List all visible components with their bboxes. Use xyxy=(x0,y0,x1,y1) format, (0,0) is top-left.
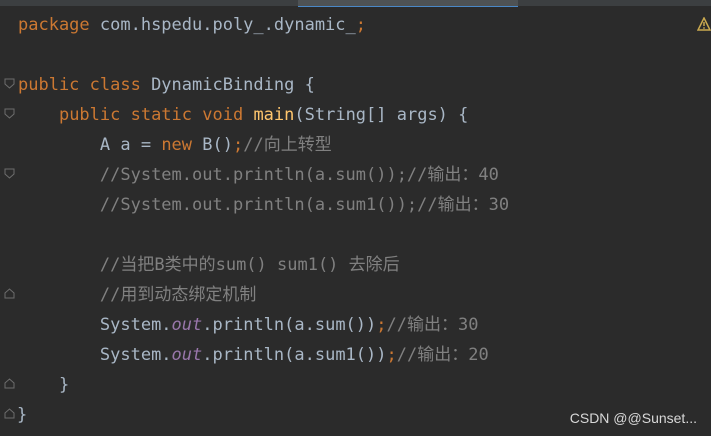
method-params: (String[] args) { xyxy=(294,105,469,125)
fold-marker-icon[interactable] xyxy=(4,168,15,179)
fold-marker-icon[interactable] xyxy=(4,108,15,119)
brace: } xyxy=(58,375,70,395)
code-line-println-sum1[interactable]: System.out.println(a.sum1());//输出：20 xyxy=(18,340,489,370)
comment: //向上转型 xyxy=(243,135,332,155)
code-text: A a = xyxy=(99,135,162,155)
semicolon: ; xyxy=(376,315,387,335)
editor-gutter xyxy=(0,6,14,436)
fold-marker-icon[interactable] xyxy=(4,408,15,419)
comment: //System.out.println(a.sum1());//输出：30 xyxy=(99,195,510,215)
static-field: out xyxy=(171,345,203,365)
warning-icon[interactable] xyxy=(697,17,711,31)
code-line-close-brace[interactable]: } xyxy=(18,370,69,400)
code-line-main-decl[interactable]: public static void main(String[] args) { xyxy=(18,100,468,130)
code-text: System. xyxy=(99,315,172,335)
comment: //输出：20 xyxy=(396,345,489,365)
code-line-println-sum[interactable]: System.out.println(a.sum());//输出：30 xyxy=(18,310,479,340)
code-text: B() xyxy=(192,135,233,155)
code-line-comment[interactable]: //用到动态绑定机制 xyxy=(18,280,256,310)
keyword: package xyxy=(18,15,90,35)
code-text: System. xyxy=(99,345,172,365)
semicolon: ; xyxy=(232,135,244,155)
comment: //System.out.println(a.sum());//输出：40 xyxy=(99,165,499,185)
code-line-close-brace[interactable]: } xyxy=(17,400,27,430)
fold-marker-icon[interactable] xyxy=(4,378,15,389)
code-line-package[interactable]: package com.hspedu.poly_.dynamic_; xyxy=(18,10,366,40)
static-field: out xyxy=(171,315,203,335)
keyword: public class xyxy=(18,75,141,95)
method-name: main xyxy=(253,105,295,125)
code-text: .println(a.sum1()) xyxy=(202,345,387,365)
class-name: DynamicBinding { xyxy=(140,75,315,95)
code-line-comment[interactable]: //System.out.println(a.sum());//输出：40 xyxy=(18,160,499,190)
code-line-upcast[interactable]: A a = new B();//向上转型 xyxy=(18,130,332,160)
semicolon: ; xyxy=(355,15,367,35)
comment: //用到动态绑定机制 xyxy=(99,285,257,305)
watermark: CSDN @@Sunset... xyxy=(569,410,697,426)
fold-marker-icon[interactable] xyxy=(4,288,15,299)
package-name: com.hspedu.poly_.dynamic_ xyxy=(89,15,356,35)
fold-marker-icon[interactable] xyxy=(4,78,15,89)
editor-tab-active[interactable] xyxy=(298,0,518,7)
editor-tab-strip xyxy=(0,0,711,7)
comment: //输出：30 xyxy=(386,315,479,335)
comment: //当把B类中的sum() sum1() 去除后 xyxy=(99,255,400,275)
keyword: public static void xyxy=(58,105,244,125)
brace: } xyxy=(17,405,28,425)
keyword: new xyxy=(161,135,193,155)
semicolon: ; xyxy=(386,345,397,365)
code-line-class-decl[interactable]: public class DynamicBinding { xyxy=(18,70,315,100)
code-line-comment[interactable]: //System.out.println(a.sum1());//输出：30 xyxy=(18,190,509,220)
code-text: .println(a.sum()) xyxy=(202,315,377,335)
code-line-comment[interactable]: //当把B类中的sum() sum1() 去除后 xyxy=(18,250,400,280)
